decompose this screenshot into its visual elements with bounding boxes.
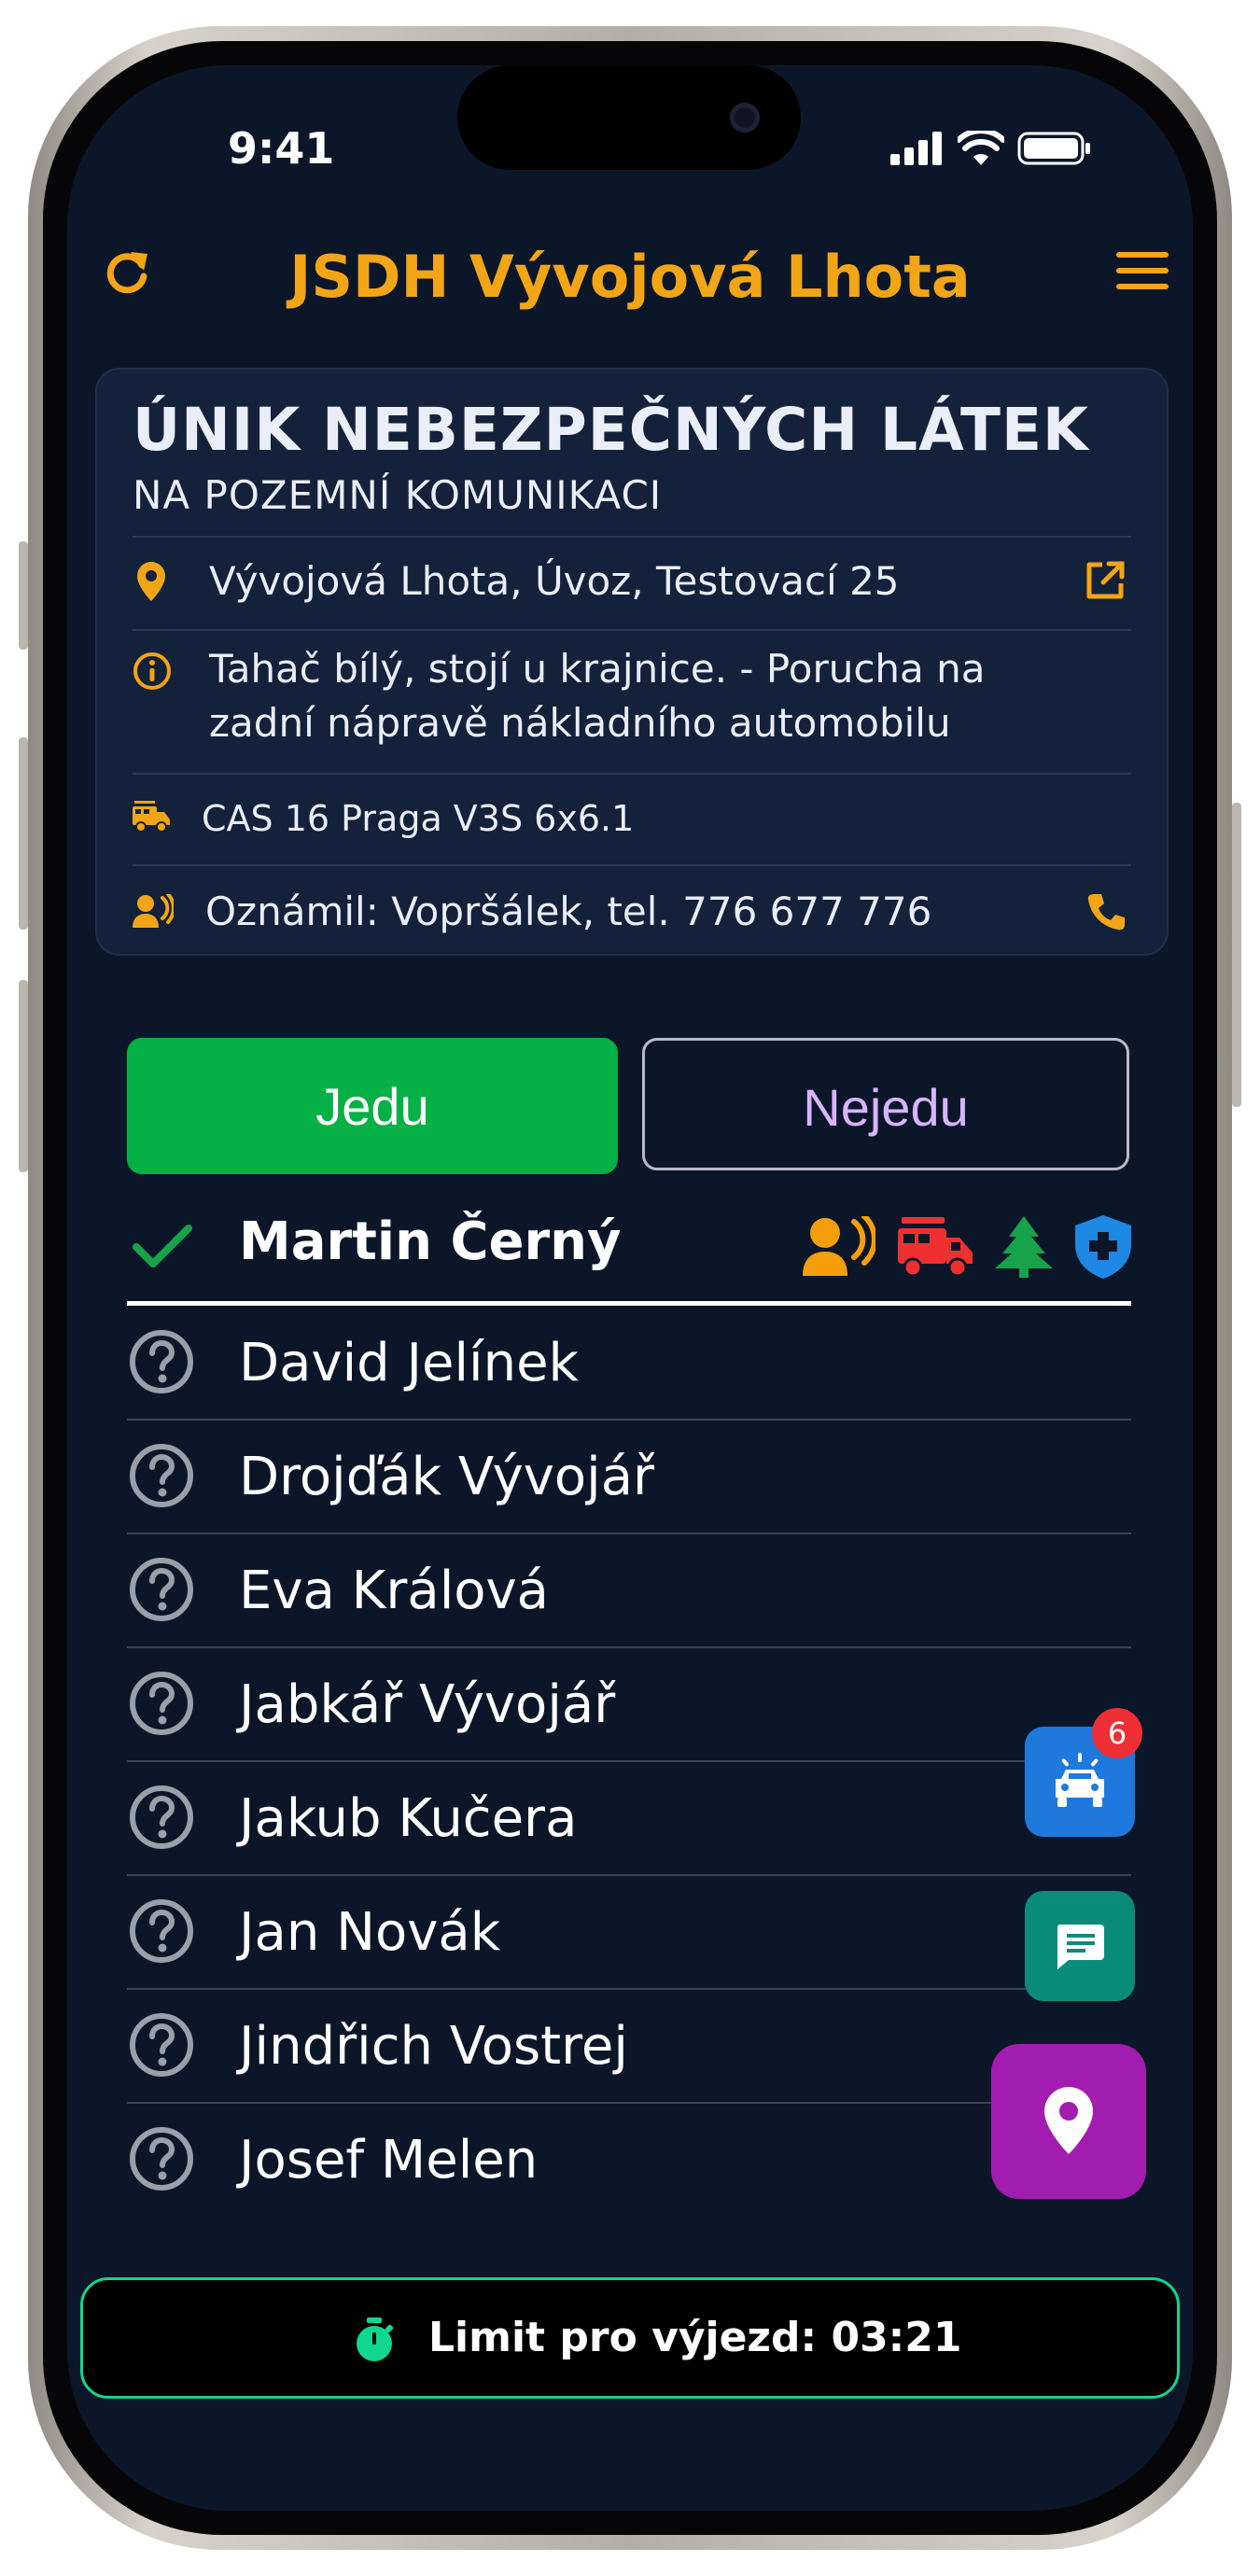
incident-note-line2: zadní nápravě nákladního automobilu xyxy=(209,700,951,746)
responder-name: Josef Melen xyxy=(239,2130,539,2191)
car-alert-icon xyxy=(1056,1753,1104,1807)
question-circle-icon xyxy=(130,2127,193,2191)
fire-truck-icon xyxy=(133,801,170,833)
incident-title: ÚNIK NEBEZPEČNÝCH LÁTEK xyxy=(133,396,1089,464)
chat-fab[interactable] xyxy=(1025,1891,1135,2001)
responder-row[interactable]: Josef Melen xyxy=(127,2104,1131,2216)
go-button[interactable]: Jedu xyxy=(127,1038,618,1174)
responder-name: Eva Králová xyxy=(239,1561,549,1621)
volume-up-button xyxy=(19,737,28,930)
question-circle-icon xyxy=(130,1444,193,1507)
check-icon xyxy=(133,1225,192,1267)
departure-limit-text: Limit pro výjezd: 03:21 xyxy=(428,2314,962,2361)
front-camera xyxy=(730,103,760,133)
cellular-signal-icon xyxy=(890,132,942,165)
phone-icon[interactable] xyxy=(1086,892,1126,931)
divider xyxy=(133,536,1131,538)
divider xyxy=(133,773,1131,775)
not-going-button[interactable]: Nejedu xyxy=(642,1038,1129,1170)
responder-row[interactable]: Drojďák Vývojář xyxy=(127,1421,1131,1534)
incident-reporter: Oznámil: Vopršálek, tel. 776 677 776 xyxy=(205,889,932,934)
action-button xyxy=(19,541,28,650)
confirmed-separator xyxy=(127,1301,1131,1306)
open-external-icon[interactable] xyxy=(1085,560,1126,601)
incident-vehicle: CAS 16 Praga V3S 6x6.1 xyxy=(202,798,635,839)
map-fab[interactable] xyxy=(991,2044,1146,2199)
volume-down-button xyxy=(19,980,28,1172)
responder-row[interactable]: Jakub Kučera xyxy=(127,1762,1131,1876)
location-pin-icon xyxy=(137,562,165,601)
responder-name: Jindřich Vostrej xyxy=(239,2016,628,2077)
app-screen: 9:41 JSDH Vývojová Lhota ÚNIK NEBEZPEČNÝ… xyxy=(67,65,1193,2511)
fire-truck-role-icon xyxy=(898,1217,973,1277)
question-circle-icon xyxy=(130,1330,193,1393)
incident-address: Vývojová Lhota, Úvoz, Testovací 25 xyxy=(209,558,900,604)
caller-icon xyxy=(133,894,174,928)
question-circle-icon xyxy=(130,2013,193,2077)
incident-address-row[interactable]: Vývojová Lhota, Úvoz, Testovací 25 xyxy=(133,554,1131,610)
incident-vehicle-row: CAS 16 Praga V3S 6x6.1 xyxy=(133,791,1131,847)
responder-name: Drojďák Vývojář xyxy=(239,1447,655,1507)
question-circle-icon xyxy=(130,1558,193,1621)
confirmed-responder-row[interactable]: Martin Černý xyxy=(127,1195,1131,1297)
info-icon xyxy=(133,652,171,690)
responder-name: Jan Novák xyxy=(239,1902,501,1963)
status-time: 9:41 xyxy=(228,123,335,174)
caller-role-icon xyxy=(803,1216,875,1276)
chat-icon xyxy=(1057,1925,1104,1969)
responder-name: Jakub Kučera xyxy=(239,1788,578,1849)
incident-note-line1: Tahač bílý, stojí u krajnice. - Porucha … xyxy=(209,646,986,692)
confirmed-responder-name: Martin Černý xyxy=(239,1211,622,1272)
medic-shield-role-icon xyxy=(1075,1215,1131,1279)
timer-icon xyxy=(357,2317,394,2361)
departure-limit-bar: Limit pro výjezd: 03:21 xyxy=(80,2277,1180,2399)
divider xyxy=(133,629,1131,631)
question-circle-icon xyxy=(130,1899,193,1963)
app-bar: JSDH Vývojová Lhota xyxy=(67,222,1193,325)
responder-row[interactable]: Jabkář Vývojář xyxy=(127,1648,1131,1762)
power-button xyxy=(1232,803,1241,1107)
responder-name: Jabkář Vývojář xyxy=(239,1674,616,1735)
app-title: JSDH Vývojová Lhota xyxy=(289,243,971,311)
wifi-icon xyxy=(958,131,1004,165)
menu-icon[interactable] xyxy=(1116,250,1169,291)
responder-row[interactable]: Eva Králová xyxy=(127,1534,1131,1648)
divider xyxy=(133,864,1131,866)
responder-list: David Jelínek Drojďák Vývojář Eva Králov… xyxy=(127,1307,1131,2216)
responder-roles xyxy=(803,1215,1131,1279)
tree-role-icon xyxy=(995,1216,1053,1278)
battery-icon xyxy=(1017,132,1090,165)
question-circle-icon xyxy=(130,1672,193,1735)
map-pin-icon xyxy=(1044,2087,1093,2154)
responder-name: David Jelínek xyxy=(239,1333,579,1393)
responder-row[interactable]: Jan Novák xyxy=(127,1876,1131,1990)
vehicles-count-badge: 6 xyxy=(1092,1708,1142,1758)
responder-row[interactable]: Jindřich Vostrej xyxy=(127,1990,1131,2104)
dynamic-island xyxy=(457,65,801,170)
status-icons xyxy=(890,131,1092,166)
incident-reporter-row[interactable]: Oznámil: Vopršálek, tel. 776 677 776 xyxy=(133,885,1131,941)
incident-subtitle: NA POZEMNÍ KOMUNIKACI xyxy=(133,472,663,518)
incident-card: ÚNIK NEBEZPEČNÝCH LÁTEK NA POZEMNÍ KOMUN… xyxy=(95,368,1169,956)
question-circle-icon xyxy=(130,1785,193,1849)
responder-row[interactable]: David Jelínek xyxy=(127,1307,1131,1421)
incident-note-row: Tahač bílý, stojí u krajnice. - Porucha … xyxy=(133,642,1131,754)
